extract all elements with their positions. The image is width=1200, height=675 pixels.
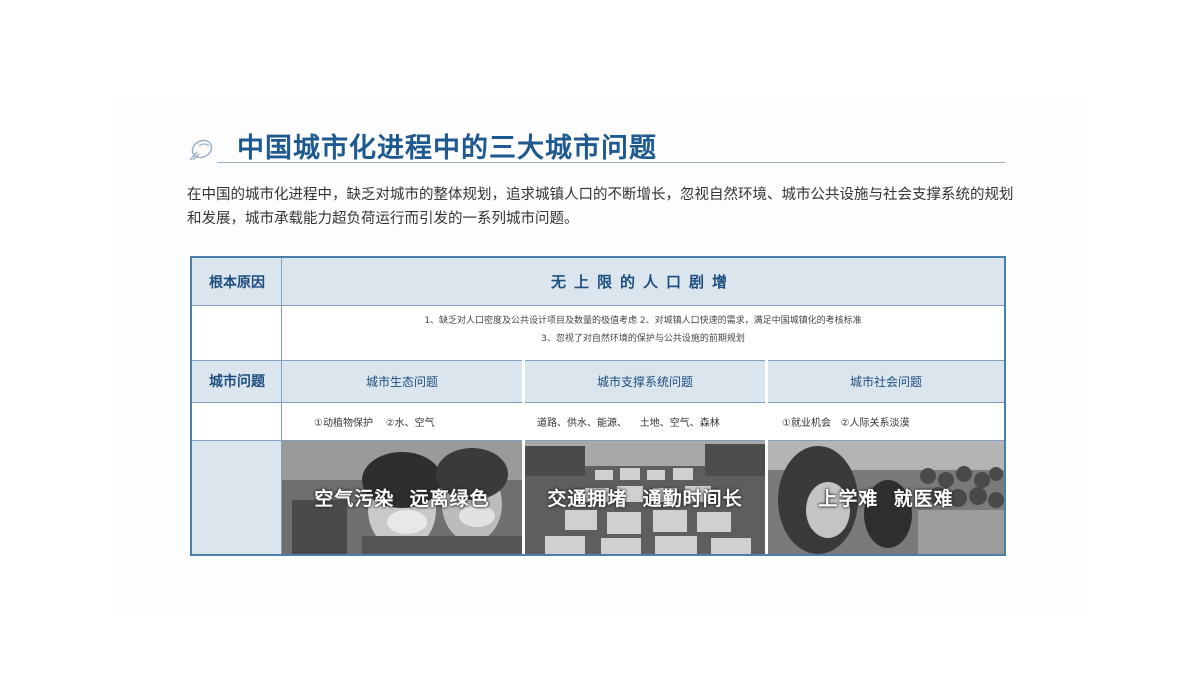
category-social: 城市社会问题 — [768, 360, 1004, 402]
grid-line — [192, 402, 1004, 403]
category-ecology: 城市生态问题 — [282, 360, 522, 402]
photo-school-hospital: 上学难 就医难 — [768, 440, 1004, 554]
problems-table: 根本原因 无上限的人口剧增 1、缺乏对人口密度及公共设计项目及数量的极值考虑 2… — [190, 256, 1006, 556]
grid-line — [192, 305, 1004, 306]
reasons-list: 1、缺乏对人口密度及公共设计项目及数量的极值考虑 2、对城镇人口快速的需求，满足… — [282, 305, 1004, 360]
title-underline — [217, 162, 1005, 163]
grid-line — [765, 360, 768, 554]
root-cause-label: 根本原因 — [192, 258, 282, 305]
grid-line — [192, 440, 1004, 441]
root-cause-title: 无上限的人口剧增 — [282, 258, 1004, 305]
category-support-system: 城市支撑系统问题 — [525, 360, 765, 402]
pen-nib-icon — [185, 136, 217, 164]
photo-traffic-jam: 交通拥堵 通勤时间长 — [525, 440, 765, 554]
caption-traffic-jam: 交通拥堵 通勤时间长 — [547, 488, 743, 510]
intro-paragraph: 在中国的城市化进程中，缺乏对城市的整体规划，追求城镇人口的不断增长，忽视自然环境… — [187, 187, 1014, 227]
photo-air-pollution: 空气污染 远离绿色 — [282, 440, 522, 554]
problems-label: 城市问题 — [192, 360, 282, 402]
items-support-system: 道路、供水、能源、 土地、空气、森林 — [537, 417, 720, 429]
reason-line-2: 3、忽视了对自然环境的保护与公共设施的前期规划 — [541, 334, 745, 344]
grid-line — [281, 258, 282, 554]
grid-line — [522, 360, 525, 554]
items-ecology: ①动植物保护 ②水、空气 — [314, 417, 435, 429]
reason-line-1: 1、缺乏对人口密度及公共设计项目及数量的极值考虑 2、对城镇人口快速的需求，满足… — [424, 316, 862, 326]
caption-school-hospital: 上学难 就医难 — [818, 488, 954, 510]
grid-line — [192, 360, 1004, 361]
caption-air-pollution: 空气污染 远离绿色 — [314, 488, 490, 510]
items-social: ①就业机会 ②人际关系淡漠 — [782, 417, 910, 429]
photo-row-label-cell — [192, 440, 282, 554]
page-title: 中国城市化进程中的三大城市问题 — [237, 133, 657, 164]
title-row: 中国城市化进程中的三大城市问题 — [185, 120, 1005, 165]
